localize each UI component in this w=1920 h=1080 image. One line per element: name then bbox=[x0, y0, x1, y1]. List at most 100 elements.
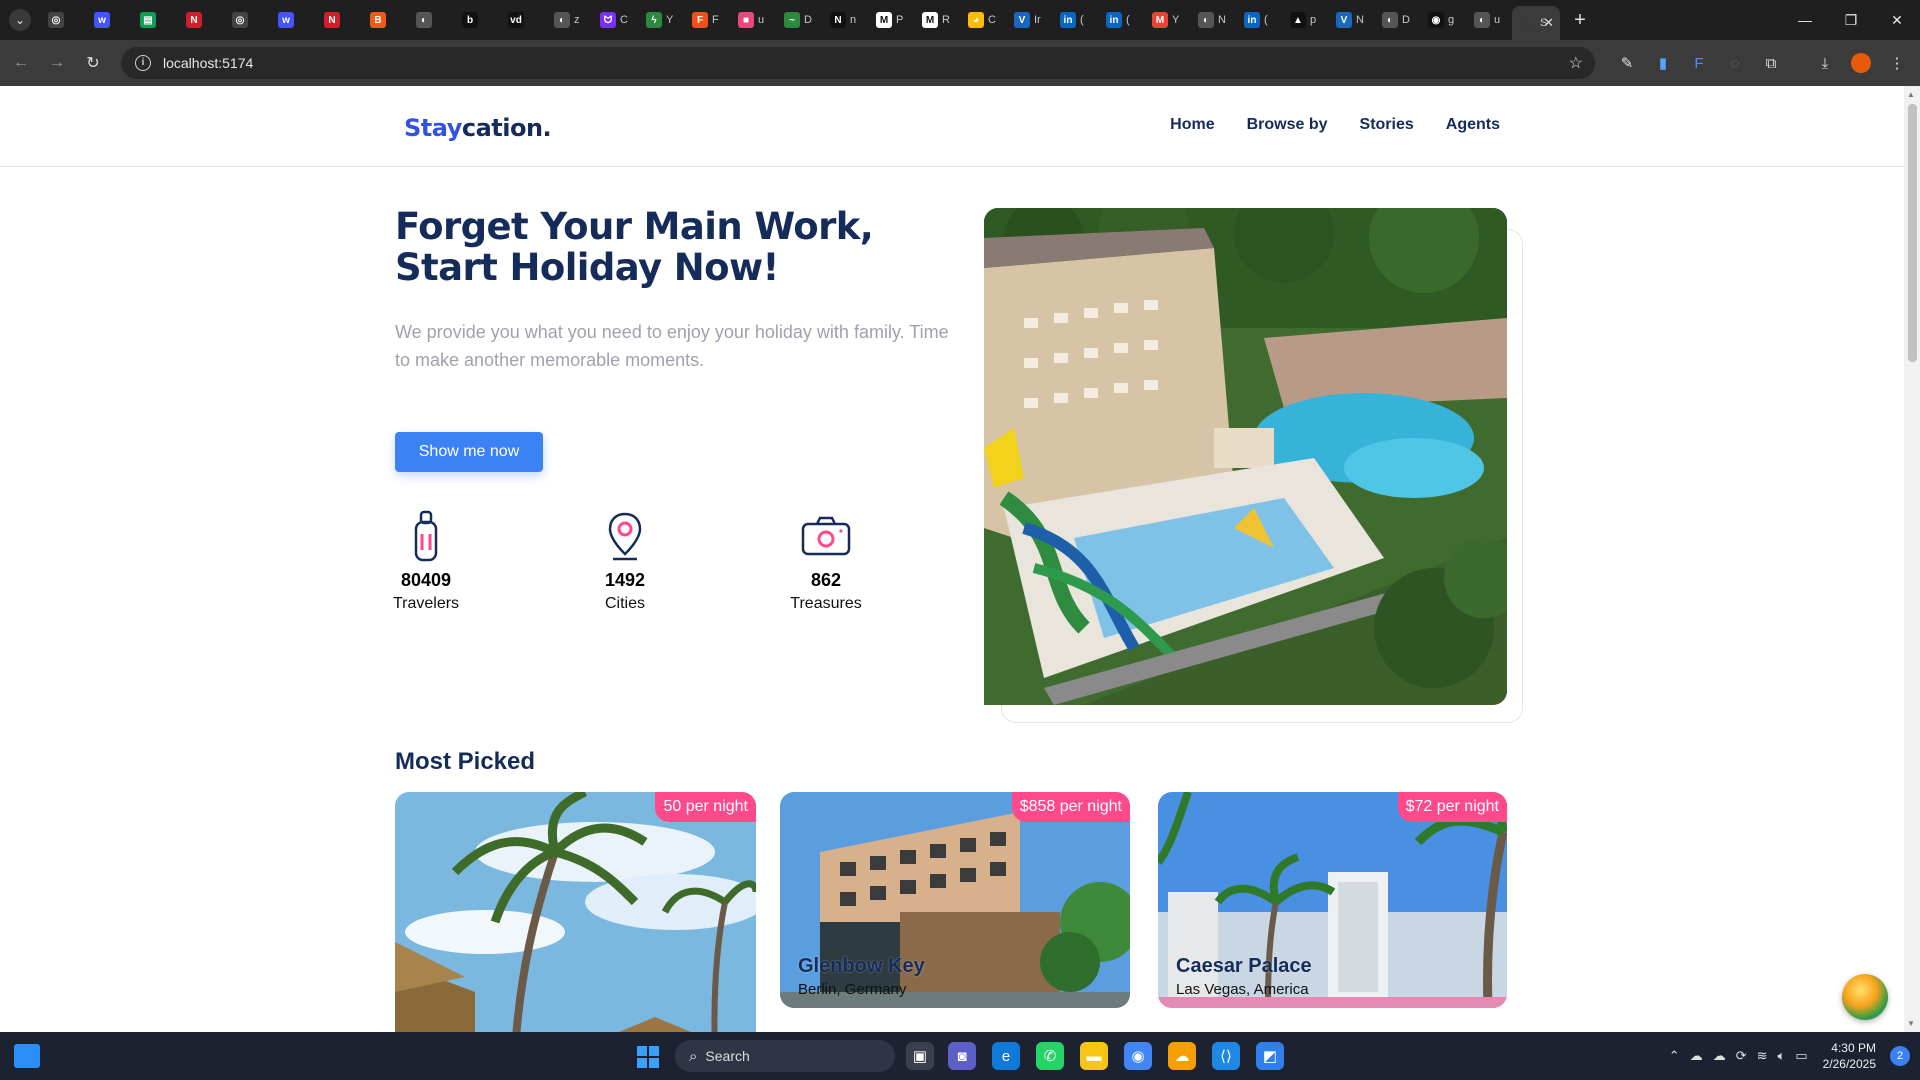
extensions-puzzle-icon[interactable]: ⧉ bbox=[1756, 48, 1786, 78]
file-explorer-icon[interactable]: ▬ bbox=[1080, 1042, 1108, 1070]
browser-tab[interactable]: MP bbox=[868, 5, 914, 35]
teams-icon[interactable]: ◙ bbox=[948, 1042, 976, 1070]
wifi-icon[interactable]: ≋ bbox=[1757, 1048, 1768, 1064]
reload-button[interactable]: ↻ bbox=[78, 48, 108, 78]
browser-tab[interactable]: MY bbox=[1144, 5, 1190, 35]
nav-stories[interactable]: Stories bbox=[1360, 116, 1414, 134]
tab-active[interactable]: S ✕ bbox=[1512, 6, 1560, 40]
back-button[interactable]: ← bbox=[6, 48, 36, 78]
tab-search-button[interactable]: ⌄ bbox=[0, 0, 40, 40]
forward-button[interactable]: → bbox=[42, 48, 72, 78]
browser-tab[interactable]: V Ir bbox=[1006, 5, 1052, 35]
tab-title: Ir bbox=[1034, 14, 1041, 26]
new-tab-button[interactable]: + bbox=[1560, 9, 1600, 32]
browser-tab[interactable]: in ( bbox=[1098, 5, 1144, 35]
browser-tab[interactable]: MR bbox=[914, 5, 960, 35]
site-logo[interactable]: Staycation. bbox=[404, 114, 552, 142]
show-me-now-button[interactable]: Show me now bbox=[395, 432, 543, 472]
browser-tab[interactable]: B bbox=[362, 5, 408, 35]
chrome-taskbar-icon[interactable]: ◉ bbox=[1124, 1042, 1152, 1070]
browser-tab[interactable]: FF bbox=[684, 5, 730, 35]
signature-icon: ~ bbox=[784, 12, 800, 28]
map-pin-icon bbox=[565, 510, 685, 562]
clock[interactable]: 4:30 PM 2/26/2025 bbox=[1823, 1040, 1876, 1072]
sync-icon[interactable]: ⟳ bbox=[1736, 1048, 1747, 1064]
address-bar[interactable]: i localhost:5174 ☆ bbox=[121, 47, 1595, 79]
vscode-icon[interactable]: ⟨⟩ bbox=[1212, 1042, 1240, 1070]
property-card[interactable]: $858 per night Glenbow Key Berlin, Germa… bbox=[780, 792, 1130, 1008]
minimize-button[interactable]: — bbox=[1782, 0, 1828, 40]
cloud-off-icon[interactable]: ☁ bbox=[1690, 1048, 1703, 1064]
browser-tab[interactable]: ~ D bbox=[776, 5, 822, 35]
stat-value: 1492 bbox=[604, 570, 646, 590]
tab-title: F bbox=[712, 14, 719, 26]
taskbar-search[interactable]: ⌕ Search bbox=[675, 1040, 895, 1072]
f-extension-icon[interactable]: F bbox=[1684, 48, 1714, 78]
loading-extension-icon[interactable]: ◌ bbox=[1720, 48, 1750, 78]
browser-tab[interactable]: ᗢC bbox=[592, 5, 638, 35]
nav-home[interactable]: Home bbox=[1170, 116, 1214, 134]
browser-tab[interactable]: b bbox=[454, 5, 500, 35]
close-tab-icon[interactable]: ✕ bbox=[1543, 15, 1554, 31]
browser-tab[interactable]: ▤ bbox=[132, 5, 178, 35]
browser-tab[interactable]: ◐ z bbox=[546, 5, 592, 35]
restore-button[interactable]: ❐ bbox=[1828, 0, 1874, 40]
docs-extension-icon[interactable]: ▮ bbox=[1648, 48, 1678, 78]
edge-icon[interactable]: e bbox=[992, 1042, 1020, 1070]
browser-tab[interactable]: ◐ D bbox=[1374, 5, 1420, 35]
hero-description: We provide you what you need to enjoy yo… bbox=[395, 322, 949, 370]
site-info-icon[interactable]: i bbox=[135, 55, 151, 71]
scroll-up-icon[interactable]: ▲ bbox=[1907, 90, 1915, 99]
browser-tab[interactable]: ◉ g bbox=[1420, 5, 1466, 35]
main-nav: Home Browse by Stories Agents bbox=[1170, 116, 1500, 134]
browser-tab[interactable]: ◎ bbox=[224, 5, 270, 35]
tab-title: g bbox=[1448, 14, 1455, 26]
close-window-button[interactable]: ✕ bbox=[1874, 0, 1920, 40]
chrome-icon: ◕ bbox=[968, 12, 984, 28]
photos-icon[interactable]: ◩ bbox=[1256, 1042, 1284, 1070]
nav-browse-by[interactable]: Browse by bbox=[1247, 116, 1328, 134]
download-icon[interactable]: ⤓ bbox=[1810, 48, 1840, 78]
property-card[interactable]: 50 per night bbox=[395, 792, 756, 1032]
scrollbar-thumb[interactable] bbox=[1908, 104, 1917, 362]
volume-icon[interactable]: 🔈︎ bbox=[1778, 1048, 1786, 1064]
chevron-up-icon[interactable]: ⌃ bbox=[1669, 1048, 1680, 1064]
task-view-icon[interactable]: ▣ bbox=[906, 1042, 934, 1070]
page-scrollbar[interactable]: ▲ ▼ bbox=[1904, 86, 1920, 1032]
browser-tab[interactable]: N bbox=[178, 5, 224, 35]
browser-tab[interactable]: vd bbox=[500, 5, 546, 35]
nav-agents[interactable]: Agents bbox=[1446, 116, 1500, 134]
start-button[interactable] bbox=[637, 1046, 659, 1068]
browser-tab[interactable]: ▲ p bbox=[1282, 5, 1328, 35]
browser-tab[interactable]: ◐ bbox=[408, 5, 454, 35]
notification-badge[interactable]: 2 bbox=[1890, 1046, 1910, 1066]
property-card[interactable]: $72 per night Caesar Palace Las Vegas, A… bbox=[1158, 792, 1507, 1008]
browser-tab[interactable]: ■ u bbox=[730, 5, 776, 35]
luggage-icon bbox=[366, 510, 486, 562]
browser-tab[interactable]: ◎ bbox=[40, 5, 86, 35]
browser-tab[interactable]: w bbox=[86, 5, 132, 35]
browser-tab[interactable]: ϟY bbox=[638, 5, 684, 35]
scroll-down-icon[interactable]: ▼ bbox=[1907, 1019, 1915, 1028]
battery-icon[interactable]: ▭ bbox=[1795, 1048, 1807, 1064]
browser-tab[interactable]: in ( bbox=[1052, 5, 1098, 35]
browser-tab[interactable]: in ( bbox=[1236, 5, 1282, 35]
browser-tab[interactable]: ◕ C bbox=[960, 5, 1006, 35]
browser-menu-icon[interactable]: ⋮ bbox=[1882, 48, 1912, 78]
weather-icon[interactable]: ☁ bbox=[1168, 1042, 1196, 1070]
chevron-down-icon: ⌄ bbox=[9, 9, 31, 31]
browser-tab[interactable]: ◐ u bbox=[1466, 5, 1512, 35]
whatsapp-icon[interactable]: ✆ bbox=[1036, 1042, 1064, 1070]
browser-tab[interactable]: Nn bbox=[822, 5, 868, 35]
browser-tab[interactable]: w bbox=[270, 5, 316, 35]
onedrive-icon[interactable]: ☁ bbox=[1713, 1048, 1726, 1064]
browser-tab[interactable]: ◐ N bbox=[1190, 5, 1236, 35]
search-placeholder: Search bbox=[705, 1048, 750, 1064]
browser-tab[interactable]: VN bbox=[1328, 5, 1374, 35]
widgets-icon[interactable] bbox=[14, 1044, 40, 1068]
browser-tab[interactable]: N bbox=[316, 5, 362, 35]
bookmark-star-icon[interactable]: ☆ bbox=[1569, 53, 1583, 73]
floating-assistant-button[interactable] bbox=[1842, 974, 1888, 1020]
eyedropper-extension-icon[interactable]: ✎ bbox=[1612, 48, 1642, 78]
profile-avatar[interactable] bbox=[1846, 48, 1876, 78]
